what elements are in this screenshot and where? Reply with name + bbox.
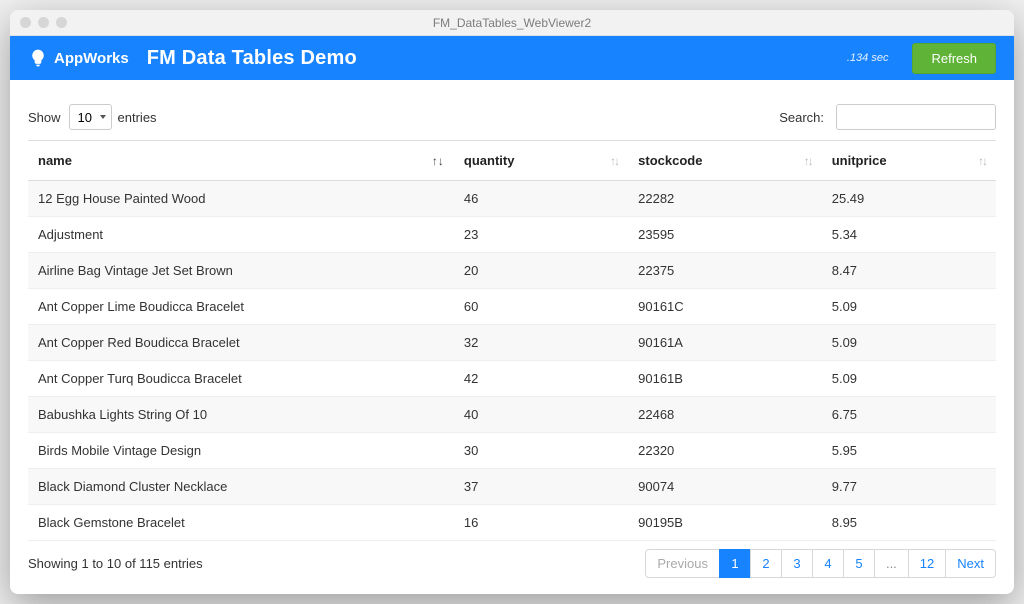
page-1[interactable]: 1 (719, 549, 751, 578)
page-prev[interactable]: Previous (645, 549, 720, 578)
cell-name: Ant Copper Turq Boudicca Bracelet (28, 361, 454, 397)
cell-quantity: 42 (454, 361, 628, 397)
cell-name: Ant Copper Lime Boudicca Bracelet (28, 289, 454, 325)
col-header-quantity[interactable]: quantity ↑↓ (454, 141, 628, 181)
brand: AppWorks (28, 48, 129, 68)
refresh-button[interactable]: Refresh (912, 43, 996, 74)
cell-unitprice: 9.77 (822, 469, 996, 505)
sort-icon: ↑↓ (804, 154, 812, 168)
pagination: Previous12345...12Next (645, 549, 996, 578)
entries-label: entries (118, 110, 157, 125)
table-row[interactable]: Birds Mobile Vintage Design30223205.95 (28, 433, 996, 469)
cell-stockcode: 90074 (628, 469, 822, 505)
close-icon[interactable] (20, 17, 31, 28)
timing-label: .134 sec (847, 52, 889, 64)
cell-unitprice: 5.95 (822, 433, 996, 469)
cell-stockcode: 22282 (628, 181, 822, 217)
table-body: 12 Egg House Painted Wood462228225.49Adj… (28, 181, 996, 541)
search-label: Search: (779, 110, 824, 125)
cell-quantity: 37 (454, 469, 628, 505)
table-row[interactable]: 12 Egg House Painted Wood462228225.49 (28, 181, 996, 217)
cell-name: Black Diamond Cluster Necklace (28, 469, 454, 505)
col-header-unitprice[interactable]: unitprice ↑↓ (822, 141, 996, 181)
table-controls: Show 10 entries Search: (28, 104, 996, 130)
cell-quantity: 60 (454, 289, 628, 325)
cell-unitprice: 5.09 (822, 289, 996, 325)
cell-stockcode: 22320 (628, 433, 822, 469)
table-row[interactable]: Black Diamond Cluster Necklace37900749.7… (28, 469, 996, 505)
cell-unitprice: 5.34 (822, 217, 996, 253)
cell-unitprice: 8.47 (822, 253, 996, 289)
cell-stockcode: 90161C (628, 289, 822, 325)
cell-unitprice: 6.75 (822, 397, 996, 433)
brand-text: AppWorks (54, 50, 129, 67)
table-row[interactable]: Adjustment23235955.34 (28, 217, 996, 253)
cell-stockcode: 90161A (628, 325, 822, 361)
search-input[interactable] (836, 104, 996, 130)
table-row[interactable]: Babushka Lights String Of 1040224686.75 (28, 397, 996, 433)
cell-quantity: 30 (454, 433, 628, 469)
page-next[interactable]: Next (945, 549, 996, 578)
table-row[interactable]: Ant Copper Turq Boudicca Bracelet4290161… (28, 361, 996, 397)
cell-stockcode: 22468 (628, 397, 822, 433)
sort-icon: ↑↓ (610, 154, 618, 168)
minimize-icon[interactable] (38, 17, 49, 28)
table-row[interactable]: Ant Copper Lime Boudicca Bracelet6090161… (28, 289, 996, 325)
table-info: Showing 1 to 10 of 115 entries (28, 556, 203, 571)
table-row[interactable]: Black Gemstone Bracelet1690195B8.95 (28, 505, 996, 541)
sort-asc-icon: ↑↓ (432, 154, 444, 168)
cell-unitprice: 5.09 (822, 325, 996, 361)
page-title: FM Data Tables Demo (147, 47, 357, 70)
show-label: Show (28, 110, 61, 125)
cell-stockcode: 90161B (628, 361, 822, 397)
lightbulb-icon (28, 48, 48, 68)
page-3[interactable]: 3 (781, 549, 813, 578)
cell-name: Birds Mobile Vintage Design (28, 433, 454, 469)
col-header-name[interactable]: name ↑↓ (28, 141, 454, 181)
cell-name: Black Gemstone Bracelet (28, 505, 454, 541)
page-12[interactable]: 12 (908, 549, 946, 578)
cell-name: 12 Egg House Painted Wood (28, 181, 454, 217)
page-length-select[interactable]: 10 (69, 104, 112, 130)
cell-stockcode: 23595 (628, 217, 822, 253)
cell-unitprice: 5.09 (822, 361, 996, 397)
sort-icon: ↑↓ (978, 154, 986, 168)
window-title: FM_DataTables_WebViewer2 (10, 16, 1014, 30)
zoom-icon[interactable] (56, 17, 67, 28)
cell-quantity: 16 (454, 505, 628, 541)
cell-quantity: 40 (454, 397, 628, 433)
table-row[interactable]: Airline Bag Vintage Jet Set Brown2022375… (28, 253, 996, 289)
cell-name: Ant Copper Red Boudicca Bracelet (28, 325, 454, 361)
table-header-row: name ↑↓ quantity ↑↓ stockcode ↑↓ unitpri… (28, 141, 996, 181)
window-titlebar: FM_DataTables_WebViewer2 (10, 10, 1014, 36)
content-area: Show 10 entries Search: name ↑↓ (10, 80, 1014, 594)
cell-quantity: 20 (454, 253, 628, 289)
table-footer: Showing 1 to 10 of 115 entries Previous1… (28, 549, 996, 578)
cell-stockcode: 22375 (628, 253, 822, 289)
app-header: AppWorks FM Data Tables Demo .134 sec Re… (10, 36, 1014, 80)
table-row[interactable]: Ant Copper Red Boudicca Bracelet3290161A… (28, 325, 996, 361)
data-table: name ↑↓ quantity ↑↓ stockcode ↑↓ unitpri… (28, 140, 996, 541)
cell-unitprice: 25.49 (822, 181, 996, 217)
col-header-stockcode[interactable]: stockcode ↑↓ (628, 141, 822, 181)
page-5[interactable]: 5 (843, 549, 875, 578)
cell-quantity: 46 (454, 181, 628, 217)
page-2[interactable]: 2 (750, 549, 782, 578)
cell-name: Babushka Lights String Of 10 (28, 397, 454, 433)
cell-name: Airline Bag Vintage Jet Set Brown (28, 253, 454, 289)
page-4[interactable]: 4 (812, 549, 844, 578)
cell-quantity: 32 (454, 325, 628, 361)
cell-name: Adjustment (28, 217, 454, 253)
page-ellipsis: ... (874, 549, 909, 578)
cell-stockcode: 90195B (628, 505, 822, 541)
cell-quantity: 23 (454, 217, 628, 253)
app-window: FM_DataTables_WebViewer2 AppWorks FM Dat… (10, 10, 1014, 594)
cell-unitprice: 8.95 (822, 505, 996, 541)
window-controls (20, 17, 67, 28)
